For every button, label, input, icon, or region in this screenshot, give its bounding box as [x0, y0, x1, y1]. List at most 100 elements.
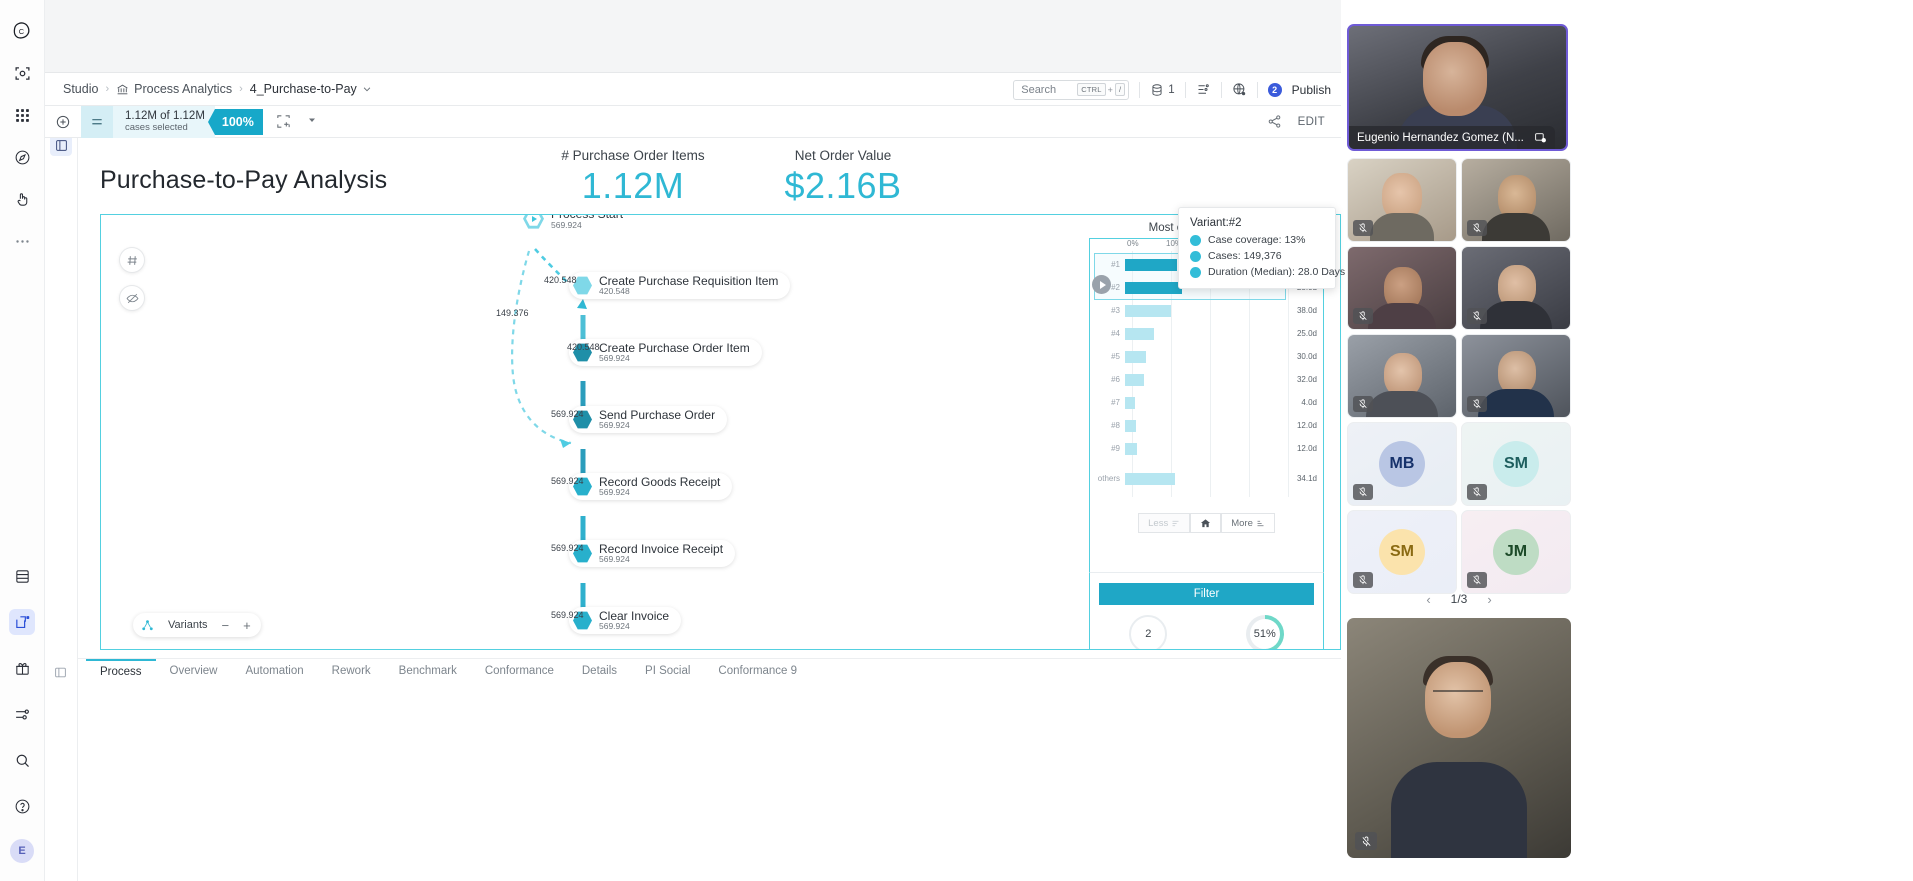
- participant-tile[interactable]: [1347, 334, 1457, 418]
- search-input[interactable]: Search CTRL + /: [1013, 79, 1130, 100]
- add-filter-button[interactable]: [45, 114, 81, 130]
- variant-row-9[interactable]: #9 12.0d: [1094, 437, 1319, 460]
- selection-percent-badge[interactable]: 100%: [207, 108, 263, 135]
- globe-settings-button[interactable]: [1232, 82, 1247, 97]
- variables-button[interactable]: [1196, 82, 1211, 97]
- variants-slider-control[interactable]: Variants − +: [133, 613, 261, 637]
- add-view-icon[interactable]: [275, 113, 292, 130]
- data-model-count: 1: [1168, 83, 1175, 96]
- tooltip-dot-icon: [1190, 250, 1201, 262]
- node-count: 569.924: [599, 420, 630, 431]
- focus-scan-icon[interactable]: [9, 60, 35, 86]
- help-circle-icon[interactable]: [9, 793, 35, 819]
- tab-conformance[interactable]: Conformance: [471, 659, 568, 677]
- home-variants-button[interactable]: [1190, 513, 1222, 533]
- cases-covered-donut: 51%: [1245, 615, 1284, 649]
- participant-tile[interactable]: [1347, 158, 1457, 242]
- filter-button[interactable]: Filter: [1099, 583, 1314, 605]
- variants-count-donut: 2: [1129, 615, 1168, 649]
- tab-pi-social[interactable]: PI Social: [631, 659, 704, 677]
- share-button[interactable]: [1267, 114, 1282, 129]
- process-node-record-invoice-receipt[interactable]: Record Invoice Receipt 569.924: [569, 540, 736, 567]
- variant-bar: [1125, 327, 1154, 340]
- participant-body: [1366, 391, 1438, 417]
- selection-caption: cases selected: [125, 122, 188, 133]
- tab-details[interactable]: Details: [568, 659, 631, 677]
- breadcrumb-space[interactable]: Process Analytics: [116, 82, 232, 96]
- sliders-icon[interactable]: [9, 701, 35, 727]
- variants-icon: [142, 619, 153, 630]
- gift-box-icon[interactable]: [9, 655, 35, 681]
- user-avatar[interactable]: E: [10, 839, 34, 863]
- breadcrumb-studio[interactable]: Studio: [63, 82, 98, 96]
- tab-automation[interactable]: Automation: [231, 659, 317, 677]
- more-dots-icon[interactable]: [9, 228, 35, 254]
- more-variants-button[interactable]: More: [1221, 513, 1275, 533]
- participant-tile[interactable]: SM: [1347, 510, 1457, 594]
- participant-tile[interactable]: SM: [1461, 422, 1571, 506]
- participant-tile[interactable]: [1461, 334, 1571, 418]
- participant-tile[interactable]: [1461, 158, 1571, 242]
- edit-button[interactable]: EDIT: [1298, 116, 1325, 128]
- variant-bar: [1125, 472, 1175, 485]
- edge-label: 569.924: [551, 409, 584, 419]
- divider-3: [1220, 81, 1222, 98]
- process-node-create-purchase-requisition-item[interactable]: Create Purchase Requisition Item 420.548: [569, 272, 791, 299]
- variant-row-4[interactable]: #4 25.0d: [1094, 322, 1319, 345]
- variant-row-5[interactable]: #5 30.0d: [1094, 345, 1319, 368]
- self-view-tile[interactable]: [1347, 618, 1571, 858]
- compass-icon[interactable]: [9, 144, 35, 170]
- tab-rework[interactable]: Rework: [318, 659, 385, 677]
- variant-row-3[interactable]: #3 38.0d: [1094, 299, 1319, 322]
- variant-row-7[interactable]: #7 4.0d: [1094, 391, 1319, 414]
- process-node-start[interactable]: Process Start 569.924: [520, 215, 623, 230]
- mute-icon[interactable]: [1355, 832, 1377, 850]
- tab-conformance-9[interactable]: Conformance 9: [704, 659, 811, 677]
- breadcrumb-asset[interactable]: 4_Purchase-to-Pay: [250, 82, 372, 96]
- variant-label: #1: [1111, 260, 1120, 269]
- process-graph[interactable]: − Zoom +: [100, 214, 1341, 650]
- database-stack-icon[interactable]: [9, 563, 35, 589]
- publish-button[interactable]: 2 Publish: [1267, 82, 1331, 97]
- participant-tile[interactable]: MB: [1347, 422, 1457, 506]
- tab-process[interactable]: Process: [86, 659, 156, 678]
- participant-tile[interactable]: JM: [1461, 510, 1571, 594]
- studio-icon[interactable]: [9, 609, 35, 635]
- variants-increase-button[interactable]: +: [243, 618, 251, 633]
- variants-control-label: Variants: [168, 619, 208, 631]
- view-options-caret[interactable]: [306, 113, 318, 131]
- variant-row-6[interactable]: #6 32.0d: [1094, 368, 1319, 391]
- next-page-button[interactable]: ›: [1487, 592, 1491, 607]
- tab-benchmark[interactable]: Benchmark: [385, 659, 471, 677]
- pin-video-icon[interactable]: [1534, 131, 1547, 144]
- breadcrumb: Studio › Process Analytics › 4_Purchase-…: [63, 82, 372, 96]
- participant-body: [1482, 213, 1550, 241]
- process-node-record-goods-receipt[interactable]: Record Goods Receipt 569.924: [569, 473, 733, 500]
- edge-label: 149.376: [496, 308, 529, 318]
- mute-icon: [1353, 396, 1373, 412]
- celonis-logo-icon[interactable]: C: [9, 18, 35, 44]
- variant-row-8[interactable]: #8 12.0d: [1094, 414, 1319, 437]
- node-text: Record Goods Receipt 569.924: [599, 476, 720, 498]
- node-count: 569.924: [599, 487, 630, 498]
- touch-hand-icon[interactable]: [9, 186, 35, 212]
- variants-decrease-button[interactable]: −: [222, 618, 230, 633]
- active-speaker-tile[interactable]: Eugenio Hernandez Gomez (N...: [1347, 24, 1568, 151]
- process-node-send-purchase-order[interactable]: Send Purchase Order 569.924: [569, 406, 728, 433]
- search-icon[interactable]: [9, 747, 35, 773]
- prev-page-button[interactable]: ‹: [1426, 592, 1430, 607]
- variant-row-others[interactable]: others 34.1d: [1094, 467, 1319, 490]
- self-body: [1391, 762, 1527, 858]
- filter-list-button[interactable]: [81, 105, 113, 138]
- process-node-clear-invoice[interactable]: Clear Invoice 569.924: [569, 607, 682, 634]
- participant-tile[interactable]: [1461, 246, 1571, 330]
- data-model-button[interactable]: 1: [1150, 83, 1175, 97]
- node-pill: Send Purchase Order 569.924: [569, 406, 728, 433]
- participant-tile[interactable]: [1347, 246, 1457, 330]
- tab-overview[interactable]: Overview: [156, 659, 232, 677]
- apps-grid-icon[interactable]: [9, 102, 35, 128]
- collapse-panel-icon[interactable]: [51, 663, 69, 681]
- less-variants-button[interactable]: Less: [1138, 513, 1191, 533]
- avatar: JM: [1493, 529, 1539, 575]
- chevron-down-icon[interactable]: [362, 84, 372, 94]
